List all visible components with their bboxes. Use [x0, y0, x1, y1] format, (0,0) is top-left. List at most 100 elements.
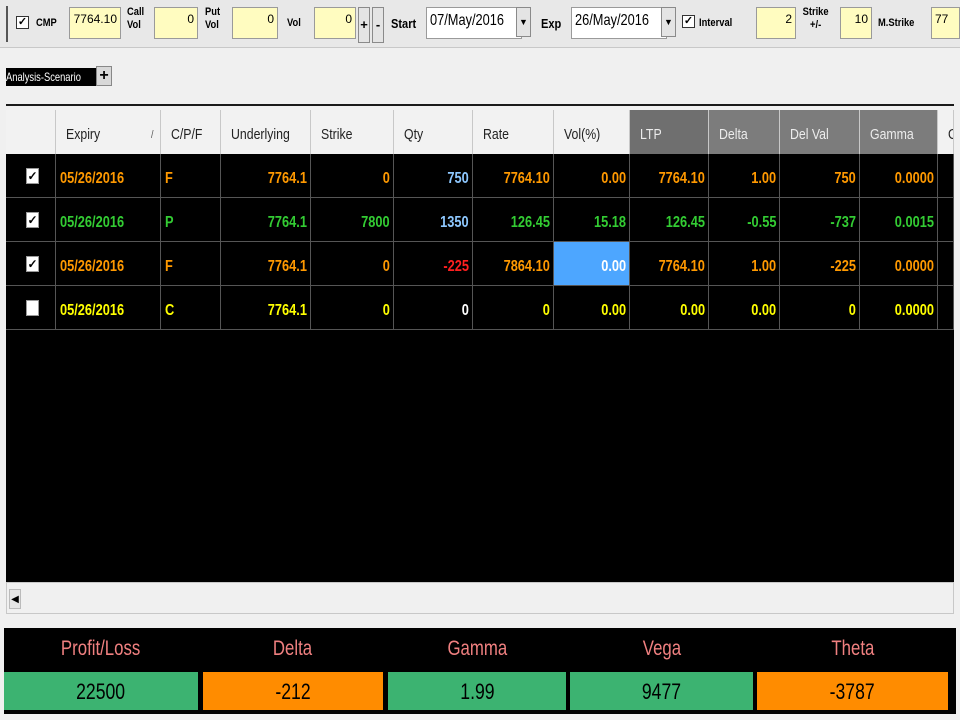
strike-pm-input[interactable]: 10: [840, 7, 872, 39]
cmp-input[interactable]: 7764.10: [69, 7, 121, 39]
tab-analysis-scenario[interactable]: Analysis-Scenario: [6, 68, 96, 86]
scroll-left-arrow-icon[interactable]: ◀: [9, 589, 21, 609]
cell-gamma[interactable]: 0.0015: [860, 198, 938, 242]
column-header-g[interactable]: G: [938, 110, 954, 154]
cell-vol[interactable]: 0.00: [554, 286, 630, 330]
cell-ltp[interactable]: 0.00: [630, 286, 709, 330]
cell-delval[interactable]: 750: [780, 154, 860, 198]
cell-delta[interactable]: 0.00: [709, 286, 780, 330]
start-date-field[interactable]: 07/May/2016: [426, 7, 522, 39]
cell-delval[interactable]: 0: [780, 286, 860, 330]
row-checkbox[interactable]: [26, 300, 39, 316]
column-header-delta[interactable]: Delta: [709, 110, 780, 154]
start-date-value: 07/May/2016: [430, 12, 505, 29]
cell-underlying[interactable]: 7764.1: [221, 154, 311, 198]
vol-decrement-button[interactable]: -: [372, 7, 384, 43]
call-vol-input[interactable]: 0: [154, 7, 198, 39]
column-header-label: Delta: [719, 126, 748, 143]
cell-cpf-value: F: [165, 258, 173, 275]
column-header-rate[interactable]: Rate: [473, 110, 554, 154]
column-header-qty[interactable]: Qty: [394, 110, 473, 154]
column-header-gamma[interactable]: Gamma: [860, 110, 938, 154]
cell-vol[interactable]: 15.18: [554, 198, 630, 242]
vol-increment-button[interactable]: +: [358, 7, 370, 43]
interval-input[interactable]: 2: [756, 7, 796, 39]
cell-delta[interactable]: 1.00: [709, 154, 780, 198]
cell-rate[interactable]: 0: [473, 286, 554, 330]
cell-vol[interactable]: 0.00: [554, 242, 630, 286]
put-vol-input[interactable]: 0: [232, 7, 278, 39]
cell-delval[interactable]: -225: [780, 242, 860, 286]
column-header-delval[interactable]: Del Val: [780, 110, 860, 154]
cell-delval[interactable]: -737: [780, 198, 860, 242]
horizontal-scrollbar[interactable]: ◀: [6, 582, 954, 614]
table-row[interactable]: ✓ 05/26/2016 F 7764.1 0 750 7764.10 0.00 7764.10…: [6, 154, 954, 198]
cell-delval-value: -225: [830, 258, 856, 275]
row-checkbox[interactable]: ✓: [26, 256, 39, 272]
cell-expiry[interactable]: 05/26/2016: [56, 242, 161, 286]
mstrike-input[interactable]: 77: [931, 7, 960, 39]
grid-header: Expiry / C/P/F Underlying Strike Qty Rate Vol(%…: [6, 110, 954, 154]
cell-vol-value: 0.00: [601, 302, 626, 319]
column-header-cpf[interactable]: C/P/F: [161, 110, 221, 154]
cell-rate[interactable]: 126.45: [473, 198, 554, 242]
cell-underlying[interactable]: 7764.1: [221, 242, 311, 286]
cell-expiry[interactable]: 05/26/2016: [56, 286, 161, 330]
cell-qty[interactable]: -225: [394, 242, 473, 286]
row-checkbox[interactable]: ✓: [26, 212, 39, 228]
interval-label: Interval: [699, 17, 733, 29]
cell-strike-value: 7800: [361, 214, 390, 231]
cell-rate[interactable]: 7764.10: [473, 154, 554, 198]
cell-cpf[interactable]: F: [161, 154, 221, 198]
column-header-ltp[interactable]: LTP: [630, 110, 709, 154]
exp-date-field[interactable]: 26/May/2016: [571, 7, 667, 39]
cell-gamma[interactable]: 0.0000: [860, 154, 938, 198]
cell-cpf[interactable]: P: [161, 198, 221, 242]
table-row[interactable]: 05/26/2016 C 7764.1 0 0 0 0.00 0.00 0.00 0 0.0000: [6, 286, 954, 330]
cell-qty[interactable]: 750: [394, 154, 473, 198]
cell-ltp[interactable]: 126.45: [630, 198, 709, 242]
table-row[interactable]: ✓ 05/26/2016 P 7764.1 7800 1350 126.45 15.18 126…: [6, 198, 954, 242]
add-tab-button[interactable]: +: [96, 66, 112, 86]
start-dropdown-button[interactable]: ▼: [516, 7, 531, 37]
cell-delta[interactable]: -0.55: [709, 198, 780, 242]
column-header-sel[interactable]: [6, 110, 56, 154]
summary-profit-loss: Profit/Loss 22500: [4, 628, 198, 714]
cell-ltp-value: 7764.10: [658, 258, 705, 275]
cell-expiry[interactable]: 05/26/2016: [56, 154, 161, 198]
cell-delta[interactable]: 1.00: [709, 242, 780, 286]
exp-dropdown-button[interactable]: ▼: [661, 7, 676, 37]
cell-cpf[interactable]: C: [161, 286, 221, 330]
cell-strike[interactable]: 0: [311, 286, 394, 330]
column-header-strike[interactable]: Strike: [311, 110, 394, 154]
row-checkbox[interactable]: ✓: [26, 168, 39, 184]
cell-ltp[interactable]: 7764.10: [630, 242, 709, 286]
column-header-vol[interactable]: Vol(%): [554, 110, 630, 154]
column-header-expiry[interactable]: Expiry /: [56, 110, 161, 154]
vol-input[interactable]: 0: [314, 7, 356, 39]
cell-qty[interactable]: 1350: [394, 198, 473, 242]
cell-underlying[interactable]: 7764.1: [221, 198, 311, 242]
cell-qty[interactable]: 0: [394, 286, 473, 330]
cell-ltp[interactable]: 7764.10: [630, 154, 709, 198]
cell-gamma[interactable]: 0.0000: [860, 242, 938, 286]
cell-strike[interactable]: 0: [311, 242, 394, 286]
cell-ltp-value: 126.45: [665, 214, 705, 231]
cell-expiry[interactable]: 05/26/2016: [56, 198, 161, 242]
cmp-checkbox[interactable]: ✓: [16, 16, 29, 29]
interval-checkbox[interactable]: ✓: [682, 15, 695, 28]
cell-cpf[interactable]: F: [161, 242, 221, 286]
cell-strike[interactable]: 7800: [311, 198, 394, 242]
cell-cpf-value: C: [165, 302, 175, 319]
column-header-underlying[interactable]: Underlying: [221, 110, 311, 154]
cell-gamma-value: 0.0015: [894, 214, 934, 231]
cell-underlying[interactable]: 7764.1: [221, 286, 311, 330]
sort-indicator-icon: /: [150, 129, 154, 141]
cell-gamma[interactable]: 0.0000: [860, 286, 938, 330]
cell-vol[interactable]: 0.00: [554, 154, 630, 198]
cell-rate[interactable]: 7864.10: [473, 242, 554, 286]
toolbar: ✓ CMP 7764.10 Call Vol 0 Put Vol 0 Vol 0…: [0, 0, 960, 48]
summary-label: Theta: [757, 630, 948, 668]
cell-strike[interactable]: 0: [311, 154, 394, 198]
table-row[interactable]: ✓ 05/26/2016 F 7764.1 0 -225 7864.10 0.00 7764.1…: [6, 242, 954, 286]
